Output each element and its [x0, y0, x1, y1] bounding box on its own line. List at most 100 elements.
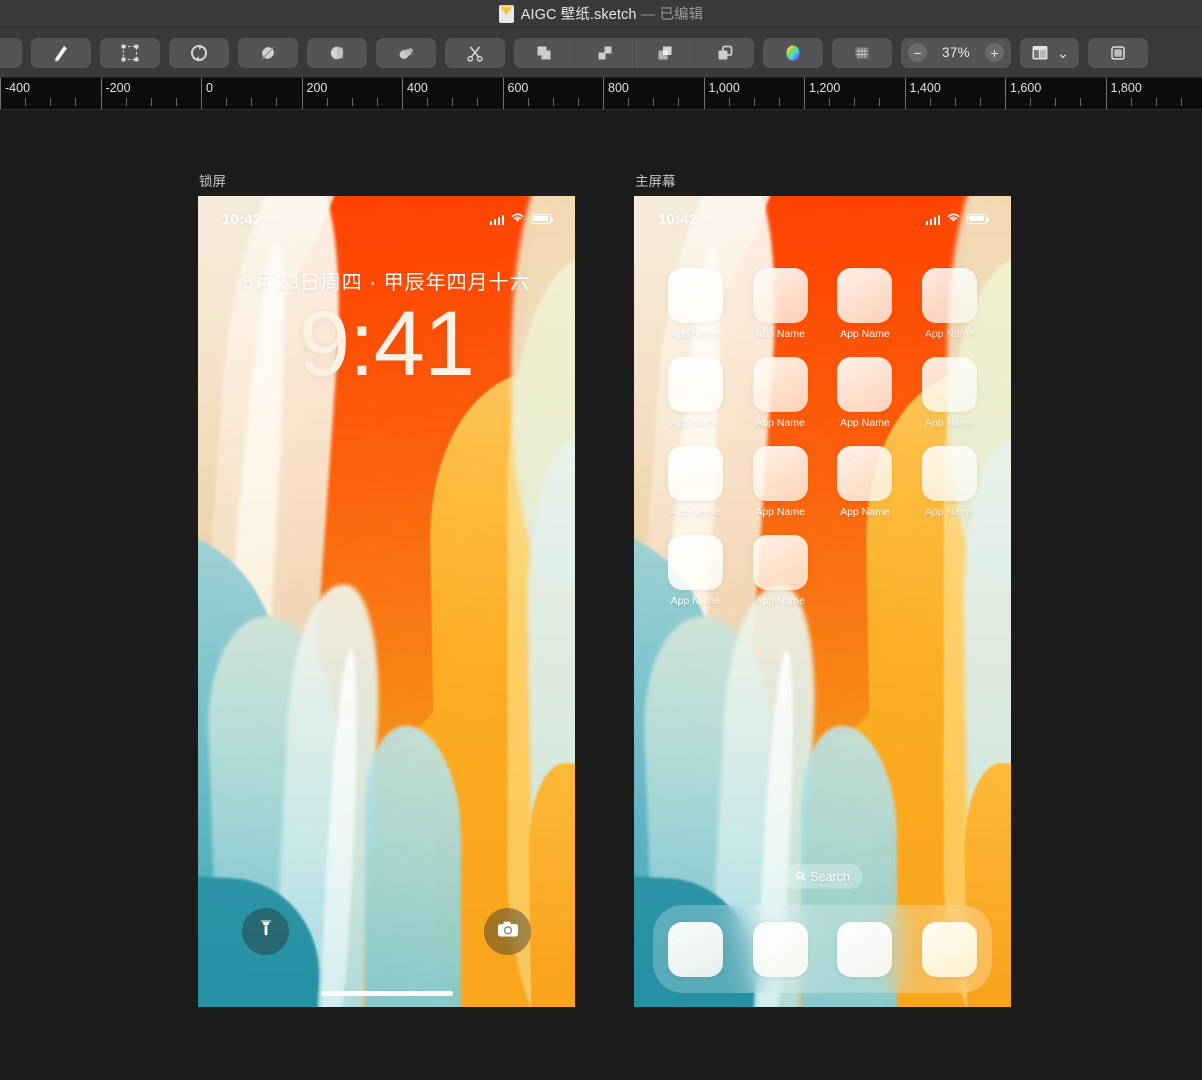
- wifi-icon: [510, 210, 525, 228]
- zoom-in-button[interactable]: +: [985, 43, 1004, 62]
- design-canvas[interactable]: 锁屏 10:42 5月23日周四 · 甲辰年四月十六 9:41 主屏幕 10:4…: [0, 110, 1202, 1078]
- zoom-out-button[interactable]: −: [908, 43, 927, 62]
- search-pill-button[interactable]: Search: [782, 864, 863, 889]
- app-icon-cell[interactable]: App Name: [738, 268, 823, 340]
- app-icon-cell[interactable]: App Name: [653, 535, 738, 607]
- app-label: App Name: [840, 328, 890, 340]
- app-icon[interactable]: [922, 357, 978, 412]
- app-icon[interactable]: [667, 446, 723, 501]
- chevron-down-icon: ⌄: [1057, 44, 1069, 61]
- artboard-lock-screen[interactable]: 锁屏 10:42 5月23日周四 · 甲辰年四月十六 9:41: [198, 170, 575, 1007]
- app-icon[interactable]: [752, 357, 808, 412]
- union-boolean-button[interactable]: [514, 37, 574, 68]
- app-icon[interactable]: [922, 446, 978, 501]
- app-icon-cell[interactable]: App Name: [823, 446, 908, 518]
- app-label: App Name: [924, 328, 975, 340]
- app-label: App Name: [924, 506, 975, 518]
- ruler-tick-label: 1,600: [1010, 81, 1042, 95]
- view-options-button[interactable]: ⌄: [1020, 37, 1079, 68]
- subtract-boolean-button[interactable]: [574, 37, 634, 68]
- rounded-tool-button[interactable]: [238, 37, 298, 68]
- artboard-label-home-screen[interactable]: 主屏幕: [635, 170, 1011, 190]
- home-indicator: [320, 991, 453, 996]
- mask-tool-button[interactable]: [307, 37, 367, 68]
- app-icon-cell[interactable]: App Name: [653, 357, 738, 429]
- scatter-tool-button[interactable]: [376, 37, 436, 68]
- flashlight-button[interactable]: [242, 908, 289, 955]
- app-icon-cell[interactable]: App Name: [653, 268, 738, 340]
- app-icon-cell[interactable]: App Name: [823, 357, 908, 429]
- rotate-copies-button[interactable]: [169, 37, 229, 68]
- difference-boolean-button[interactable]: [694, 37, 754, 68]
- app-label: App Name: [755, 595, 805, 607]
- dock-app-icon[interactable]: [752, 921, 808, 977]
- subtract-icon: [594, 42, 616, 64]
- zoom-control: − 37% +: [901, 37, 1011, 68]
- lock-screen-clock: 9:41: [298, 293, 475, 395]
- app-icon[interactable]: [837, 268, 893, 323]
- app-icon[interactable]: [667, 357, 723, 412]
- lock-status-bar: 10:42: [198, 208, 575, 230]
- scissors-icon: [464, 42, 486, 64]
- toolbar-overflow-edge[interactable]: [0, 37, 22, 68]
- app-icon-cell[interactable]: App Name: [907, 357, 992, 429]
- inspector-panel-icon: [1107, 42, 1129, 64]
- main-toolbar: − 37% + ⌄: [0, 28, 1202, 78]
- scissors-tool-button[interactable]: [445, 37, 505, 68]
- color-picker-button[interactable]: [763, 37, 823, 68]
- artboard-home-screen[interactable]: 主屏幕 10:42 App Name App Name App Name App…: [634, 170, 1011, 1007]
- window-title-bar: AIGC 壁纸.sketch — 已编辑: [0, 0, 1202, 28]
- app-icon[interactable]: [837, 357, 893, 412]
- grid-toggle-button[interactable]: [832, 37, 892, 68]
- wifi-icon: [946, 210, 961, 228]
- camera-button[interactable]: [484, 908, 531, 955]
- app-icon[interactable]: [667, 535, 723, 590]
- status-bar-time: 10:42: [658, 210, 698, 228]
- mask-icon: [326, 42, 348, 64]
- app-icon-cell[interactable]: App Name: [738, 446, 823, 518]
- app-icon[interactable]: [752, 268, 808, 323]
- app-icon-cell[interactable]: App Name: [907, 268, 992, 340]
- intersect-boolean-button[interactable]: [634, 37, 694, 68]
- app-label: App Name: [840, 417, 890, 429]
- ruler-tick-label: 0: [206, 81, 213, 95]
- union-icon: [533, 42, 555, 64]
- app-icon[interactable]: [752, 446, 808, 501]
- app-icon[interactable]: [837, 446, 893, 501]
- app-label: App Name: [670, 328, 721, 340]
- app-icon-cell[interactable]: App Name: [823, 268, 908, 340]
- color-wheel-icon: [782, 42, 804, 64]
- ruler-tick-label: 1,800: [1110, 81, 1142, 95]
- app-label: App Name: [755, 506, 805, 518]
- dock-app-icon[interactable]: [837, 921, 893, 977]
- app-icon-cell[interactable]: App Name: [738, 357, 823, 429]
- inspector-toggle-button[interactable]: [1087, 37, 1148, 68]
- app-icon[interactable]: [667, 268, 723, 323]
- battery-icon: [967, 214, 989, 224]
- artboard-label-lock-screen[interactable]: 锁屏: [199, 170, 575, 190]
- ruler-tick-label: -400: [5, 81, 31, 95]
- zoom-level-value[interactable]: 37%: [933, 45, 979, 60]
- home-status-bar: 10:42: [634, 208, 1011, 230]
- ruler-tick-label: 200: [306, 81, 328, 95]
- app-label: App Name: [670, 595, 721, 607]
- app-icon-cell[interactable]: App Name: [907, 446, 992, 518]
- flashlight-icon: [256, 918, 276, 945]
- dock-app-icon[interactable]: [922, 921, 978, 977]
- camera-icon: [496, 919, 520, 944]
- ruler-tick-label: 1,000: [708, 81, 740, 95]
- pen-tool-icon: [50, 42, 72, 64]
- battery-icon: [531, 214, 553, 224]
- app-icon-cell[interactable]: App Name: [653, 446, 738, 518]
- horizontal-ruler[interactable]: -400 -200 0 200 400 600 800 1,000 1,200 1,400 1,60…: [0, 78, 1202, 110]
- signal-icon: [489, 214, 504, 225]
- app-label: App Name: [755, 417, 805, 429]
- document-edit-state: 已编辑: [659, 7, 704, 23]
- app-icon-cell[interactable]: App Name: [738, 535, 823, 607]
- signal-icon: [925, 214, 940, 225]
- dock-app-icon[interactable]: [667, 921, 723, 977]
- app-icon[interactable]: [752, 535, 808, 590]
- pen-tool-button[interactable]: [31, 37, 91, 68]
- scale-tool-button[interactable]: [100, 37, 160, 68]
- app-icon[interactable]: [922, 268, 978, 323]
